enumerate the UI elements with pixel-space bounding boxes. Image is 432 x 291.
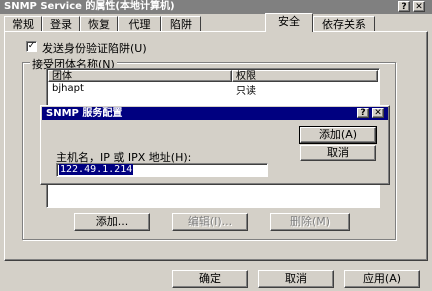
window-title: SNMP Service 的属性(本地计算机): [4, 1, 175, 12]
dialog-cancel-button[interactable]: 取消: [300, 145, 376, 161]
col-header-community[interactable]: 团体: [48, 70, 232, 82]
rights-cell[interactable]: 只读: [236, 82, 256, 97]
ok-button[interactable]: 确定: [172, 270, 248, 288]
add-community-button[interactable]: 添加...: [74, 213, 150, 231]
tab-recovery[interactable]: 恢复: [80, 16, 118, 32]
window-titlebar[interactable]: SNMP Service 的属性(本地计算机): [0, 0, 432, 14]
dialog-close-icon[interactable]: ✕: [372, 108, 384, 118]
apply-button[interactable]: 应用(A): [344, 270, 420, 288]
host-address-value: 122.49.1.214: [59, 164, 134, 175]
dialog-help-button[interactable]: ?: [357, 108, 369, 118]
close-icon[interactable]: ✕: [413, 1, 425, 12]
tab-traps[interactable]: 陷阱: [161, 16, 201, 32]
tab-dependencies[interactable]: 依存关系: [313, 16, 375, 32]
send-auth-trap-checkbox[interactable]: ✓: [26, 41, 37, 52]
tab-general[interactable]: 常规: [4, 16, 42, 32]
edit-community-button[interactable]: 编辑(I)...: [172, 213, 248, 231]
tab-agent[interactable]: 代理: [118, 16, 161, 32]
dialog-titlebar[interactable]: SNMP 服务配置: [42, 107, 388, 120]
tab-logon[interactable]: 登录: [42, 16, 80, 32]
send-auth-trap-label: 发送身份验证陷阱(U): [42, 42, 147, 55]
tab-security[interactable]: 安全: [265, 13, 313, 32]
cancel-button[interactable]: 取消: [258, 270, 334, 288]
community-cell[interactable]: bjhapt: [52, 83, 84, 94]
col-header-rights[interactable]: 权限: [232, 70, 378, 82]
help-button[interactable]: ?: [398, 1, 410, 12]
dialog-add-button[interactable]: 添加(A): [299, 126, 377, 144]
host-address-input[interactable]: 122.49.1.214: [56, 163, 268, 177]
remove-community-button[interactable]: 删除(M): [270, 213, 350, 231]
dialog-title: SNMP 服务配置: [46, 108, 123, 119]
